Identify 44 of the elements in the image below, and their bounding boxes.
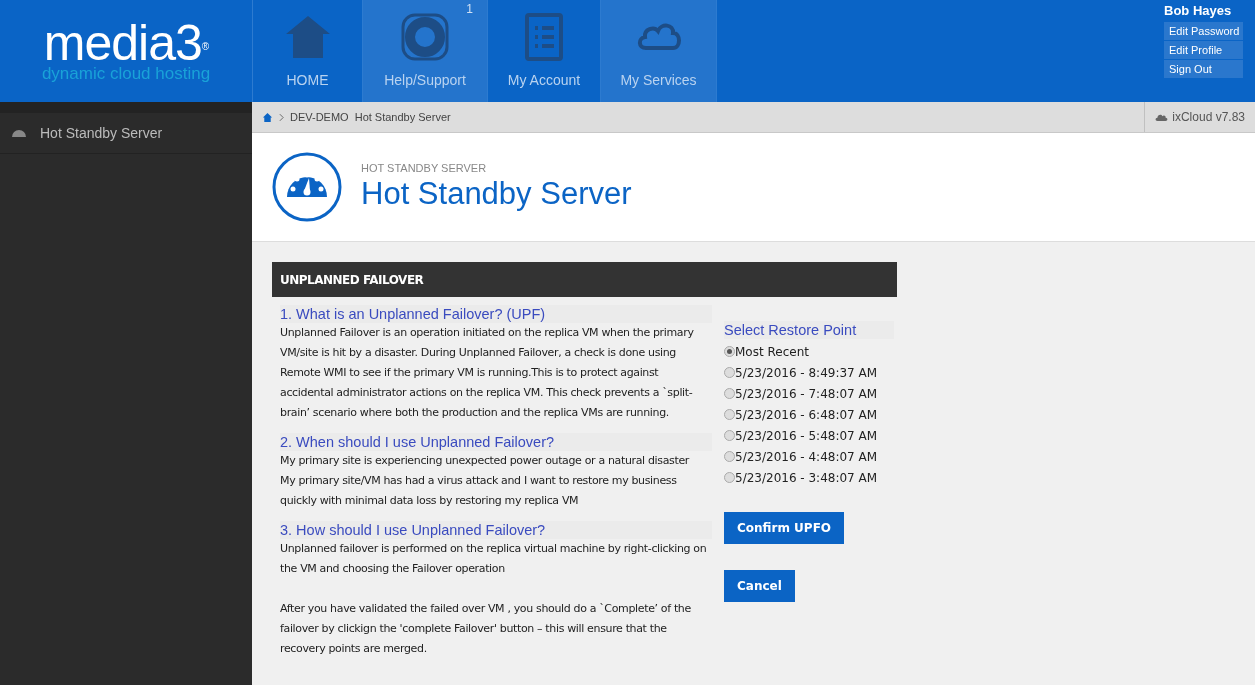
radio-button[interactable] bbox=[724, 346, 735, 357]
panel-header: UNPLANNED FAILOVER bbox=[272, 262, 897, 297]
restore-option[interactable]: 5/23/2016 - 8:49:37 AM bbox=[724, 362, 878, 383]
nav-tab[interactable]: Help/Support 1 bbox=[363, 0, 488, 102]
cloud-icon bbox=[1155, 112, 1169, 122]
restore-option[interactable]: 5/23/2016 - 3:48:07 AM bbox=[724, 467, 878, 488]
user-name: Bob Hayes bbox=[1164, 3, 1233, 18]
restore-heading: Select Restore Point bbox=[724, 321, 894, 339]
paragraph: Unplanned failover is performed on the replica virtual machine by right-clicking on the VM and choosing the Failover operation bbox=[280, 541, 708, 577]
breadcrumb-item[interactable]: DEV-DEMO bbox=[290, 111, 349, 123]
radio-button[interactable] bbox=[724, 472, 735, 483]
cancel-button[interactable]: Cancel bbox=[724, 570, 795, 602]
radio-button[interactable] bbox=[724, 451, 735, 462]
confirm-button[interactable]: Confirm UPFO bbox=[724, 512, 845, 544]
paragraph: Unplanned Failover is an operation initiated on the replica VM when the primary VM/site is hit by a disaster. During Unplanned Failover, a check is done using Remote WMI to see if the primary VM is running.This is to protect against accidental administrator actions on the replica VM. This check prevents a `split-brain’ scenario where both the production and the replica VMs are running. bbox=[280, 325, 695, 421]
radio-button[interactable] bbox=[724, 367, 735, 378]
paragraph: After you have validated the failed over VM , you should do a `Complete’ of the failover by clickign the 'complete Failover' button – this will ensure that the recovery points are merged. bbox=[280, 601, 692, 657]
section-heading: 1. What is an Unplanned Failover? (UPF) bbox=[280, 305, 712, 323]
paragraph: My primary site/VM has had a virus attack and I want to restore my business quickly with minimal data loss by restoring my replica VM bbox=[280, 473, 678, 509]
section-heading: 2. When should I use Unplanned Failover? bbox=[280, 433, 712, 451]
notification-count: 1 bbox=[466, 2, 473, 16]
home-icon[interactable] bbox=[262, 111, 273, 123]
user-menu-link[interactable]: Sign Out bbox=[1164, 60, 1243, 78]
version-text: ixCloud v7.83 bbox=[1172, 110, 1245, 124]
restore-option[interactable]: Most Recent bbox=[724, 341, 809, 362]
restore-option[interactable]: 5/23/2016 - 5:48:07 AM bbox=[724, 425, 878, 446]
user-menu-link[interactable]: Edit Password bbox=[1164, 22, 1243, 40]
page-title: Hot Standby Server bbox=[361, 176, 632, 212]
paragraph: My primary site is experiencing unexpected power outage or a natural disaster bbox=[280, 453, 691, 469]
logo-tagline: dynamic cloud hosting bbox=[41, 66, 211, 82]
section-heading: 3. How should I use Unplanned Failover? bbox=[280, 521, 712, 539]
logo-text[interactable]: media3$^{®}$ bbox=[43, 20, 209, 66]
restore-option[interactable]: 5/23/2016 - 7:48:07 AM bbox=[724, 383, 878, 404]
restore-option[interactable]: 5/23/2016 - 4:48:07 AM bbox=[724, 446, 878, 467]
page-kicker: HOT STANDBY SERVER bbox=[361, 162, 488, 174]
breadcrumb-item[interactable]: Hot Standby Server bbox=[354, 111, 451, 123]
radio-button[interactable] bbox=[724, 409, 735, 420]
radio-button[interactable] bbox=[724, 430, 735, 441]
radio-button[interactable] bbox=[724, 388, 735, 399]
lifebuoy-icon bbox=[400, 12, 450, 62]
gauge-icon bbox=[271, 151, 343, 223]
user-menu-link[interactable]: Edit Profile bbox=[1164, 41, 1243, 59]
restore-option[interactable]: 5/23/2016 - 6:48:07 AM bbox=[724, 404, 878, 425]
chevron-icon bbox=[279, 112, 284, 122]
